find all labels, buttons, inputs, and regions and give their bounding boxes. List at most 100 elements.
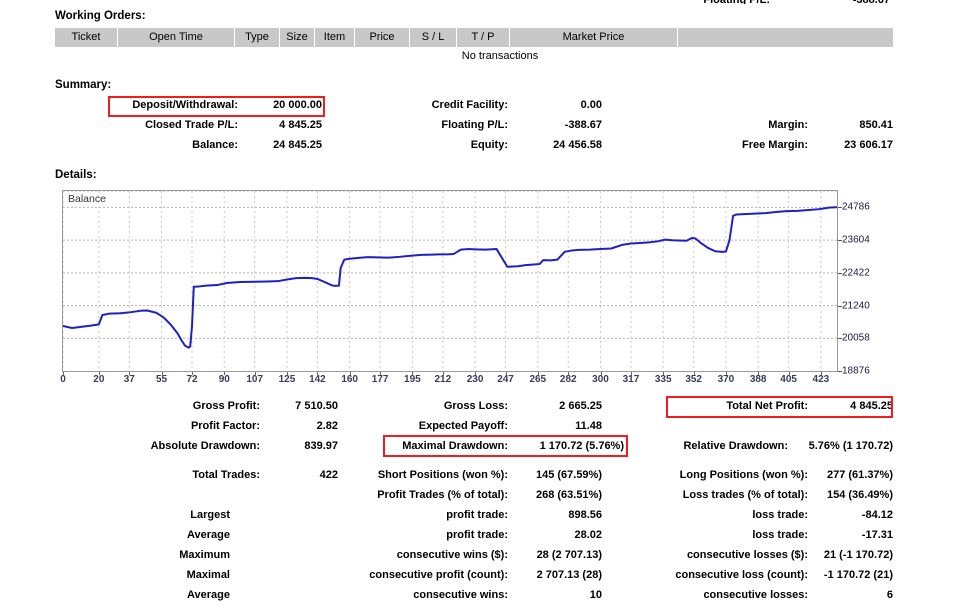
chart-xtick-label: 388 <box>749 374 767 385</box>
chart-xtick-label: 125 <box>278 374 296 385</box>
chart-canvas <box>63 191 837 371</box>
absolute-drawdown-label: Absolute Drawdown: <box>150 440 260 452</box>
chart-xtick-label: 352 <box>685 374 702 385</box>
working-orders-column-market-price[interactable]: Market Price <box>510 28 678 47</box>
chart-xtick-mark <box>412 372 414 375</box>
average-consecutive-label: Average <box>186 589 230 601</box>
working-orders-column-s-l[interactable]: S / L <box>410 28 457 47</box>
chart-xtick-label: 55 <box>155 374 168 385</box>
working-orders-column-ticket[interactable]: Ticket <box>55 28 118 47</box>
gross-loss-value: 2 665.25 <box>559 400 602 412</box>
closed-trade-pl-value: 4 845.25 <box>279 119 322 131</box>
max-consecutive-losses-label: consecutive losses ($): <box>686 549 808 561</box>
closed-trade-pl-label: Closed Trade P/L: <box>145 119 238 131</box>
free-margin-value: 23 606.17 <box>844 139 893 151</box>
chart-xtick-label: 317 <box>622 374 640 385</box>
average-label: Average <box>186 529 230 541</box>
details-title: Details: <box>55 169 97 181</box>
balance-label: Balance: <box>192 139 238 151</box>
maximal-consecutive-profit-label: consecutive profit (count): <box>369 569 508 581</box>
chart-xtick-mark <box>568 372 570 375</box>
chart-xtick-mark <box>725 372 727 375</box>
absolute-drawdown-value: 839.97 <box>304 440 338 452</box>
chart-xtick-label: 300 <box>592 374 609 385</box>
cutoff-floating-pl-label: Floating P/L: <box>620 0 770 4</box>
chart-xtick-label: 195 <box>404 374 421 385</box>
working-orders-empty-message: No transactions <box>461 50 539 62</box>
chart-xtick-mark <box>286 372 288 375</box>
highlight-deposit-withdrawal <box>108 96 325 117</box>
strategy-tester-report: Floating P/L: -388.67 Working Orders: Ti… <box>0 0 960 612</box>
expected-payoff-label: Expected Payoff: <box>418 420 508 432</box>
chart-legend-balance: Balance <box>68 193 106 205</box>
working-orders-column-type[interactable]: Type <box>235 28 280 47</box>
max-consecutive-losses-value: 21 (-1 170.72) <box>823 549 893 561</box>
working-orders-column-blank[interactable] <box>678 28 893 47</box>
chart-xtick-label: 335 <box>654 374 672 385</box>
chart-xtick-mark <box>98 372 100 375</box>
gross-profit-value: 7 510.50 <box>295 400 338 412</box>
chart-ytick-mark <box>838 272 842 274</box>
chart-xtick-mark <box>129 372 131 375</box>
maximal-consecutive-loss-value: -1 170.72 (21) <box>823 569 893 581</box>
total-trades-value: 422 <box>319 469 338 481</box>
chart-xtick-label: 423 <box>812 374 830 385</box>
working-orders-column-price[interactable]: Price <box>355 28 410 47</box>
chart-xtick-mark <box>537 372 539 375</box>
working-orders-column-open-time[interactable]: Open Time <box>118 28 235 47</box>
balance-line <box>63 206 837 349</box>
chart-ytick-label: 18876 <box>842 365 870 377</box>
average-loss-trade-label: loss trade: <box>752 529 808 541</box>
working-orders-column-size[interactable]: Size <box>280 28 315 47</box>
chart-xtick-label: 230 <box>466 374 484 385</box>
chart-xtick-label: 212 <box>434 374 452 385</box>
chart-xtick-label: 265 <box>529 374 547 385</box>
free-margin-label: Free Margin: <box>741 139 808 151</box>
balance-chart[interactable]: Balance <box>62 190 838 372</box>
working-orders-title: Working Orders: <box>55 10 146 22</box>
chart-ytick-label: 21240 <box>842 300 870 312</box>
short-positions-label: Short Positions (won %): <box>377 469 508 481</box>
working-orders-column-t-p[interactable]: T / P <box>457 28 510 47</box>
profit-trades-label: Profit Trades (% of total): <box>377 489 508 501</box>
chart-xtick-label: 160 <box>341 374 358 385</box>
credit-facility-value: 0.00 <box>580 99 602 111</box>
chart-xtick-label: 107 <box>246 374 264 385</box>
working-orders-column-item[interactable]: Item <box>315 28 355 47</box>
average-profit-trade-label: profit trade: <box>446 529 508 541</box>
max-consecutive-wins-label: consecutive wins ($): <box>396 549 508 561</box>
chart-ytick-mark <box>838 240 842 242</box>
profit-factor-value: 2.82 <box>316 420 338 432</box>
chart-xtick-label: 177 <box>371 374 389 385</box>
average-consecutive-losses-value: 6 <box>886 589 893 601</box>
largest-profit-trade-value: 898.56 <box>568 509 602 521</box>
chart-ytick-mark <box>838 338 842 340</box>
summary-title: Summary: <box>55 79 112 91</box>
chart-xtick-label: 370 <box>717 374 735 385</box>
max-consecutive-wins-value: 28 (2 707.13) <box>536 549 602 561</box>
chart-xtick-mark <box>192 372 193 375</box>
chart-xtick-label: 0 <box>60 374 66 385</box>
maximal-consecutive-loss-label: consecutive loss (count): <box>675 569 808 581</box>
loss-trades-value: 154 (36.49%) <box>826 489 893 501</box>
equity-value: 24 456.58 <box>553 139 602 151</box>
margin-label: Margin: <box>768 119 808 131</box>
chart-xtick-mark <box>600 372 602 375</box>
average-consecutive-losses-label: consecutive losses: <box>703 589 808 601</box>
chart-xtick-mark <box>475 372 477 375</box>
chart-xtick-mark <box>254 372 256 375</box>
chart-xtick-mark <box>317 372 319 375</box>
chart-xtick-label: 142 <box>309 374 326 385</box>
chart-xtick-mark <box>663 372 665 375</box>
chart-ytick-mark <box>838 305 842 307</box>
largest-loss-trade-label: loss trade: <box>752 509 808 521</box>
equity-label: Equity: <box>470 139 508 151</box>
relative-drawdown-value: 5.76% (1 170.72) <box>808 440 893 452</box>
chart-xtick-mark <box>820 372 822 375</box>
short-positions-value: 145 (67.59%) <box>535 469 602 481</box>
chart-xtick-mark <box>442 372 444 375</box>
working-orders-table-header[interactable]: Ticket Open Time Type Size Item Price S / LT /… <box>55 28 893 47</box>
floating-pl-label: Floating P/L: <box>441 119 508 131</box>
chart-xtick-mark <box>630 372 632 375</box>
chart-xtick-mark <box>758 372 760 375</box>
